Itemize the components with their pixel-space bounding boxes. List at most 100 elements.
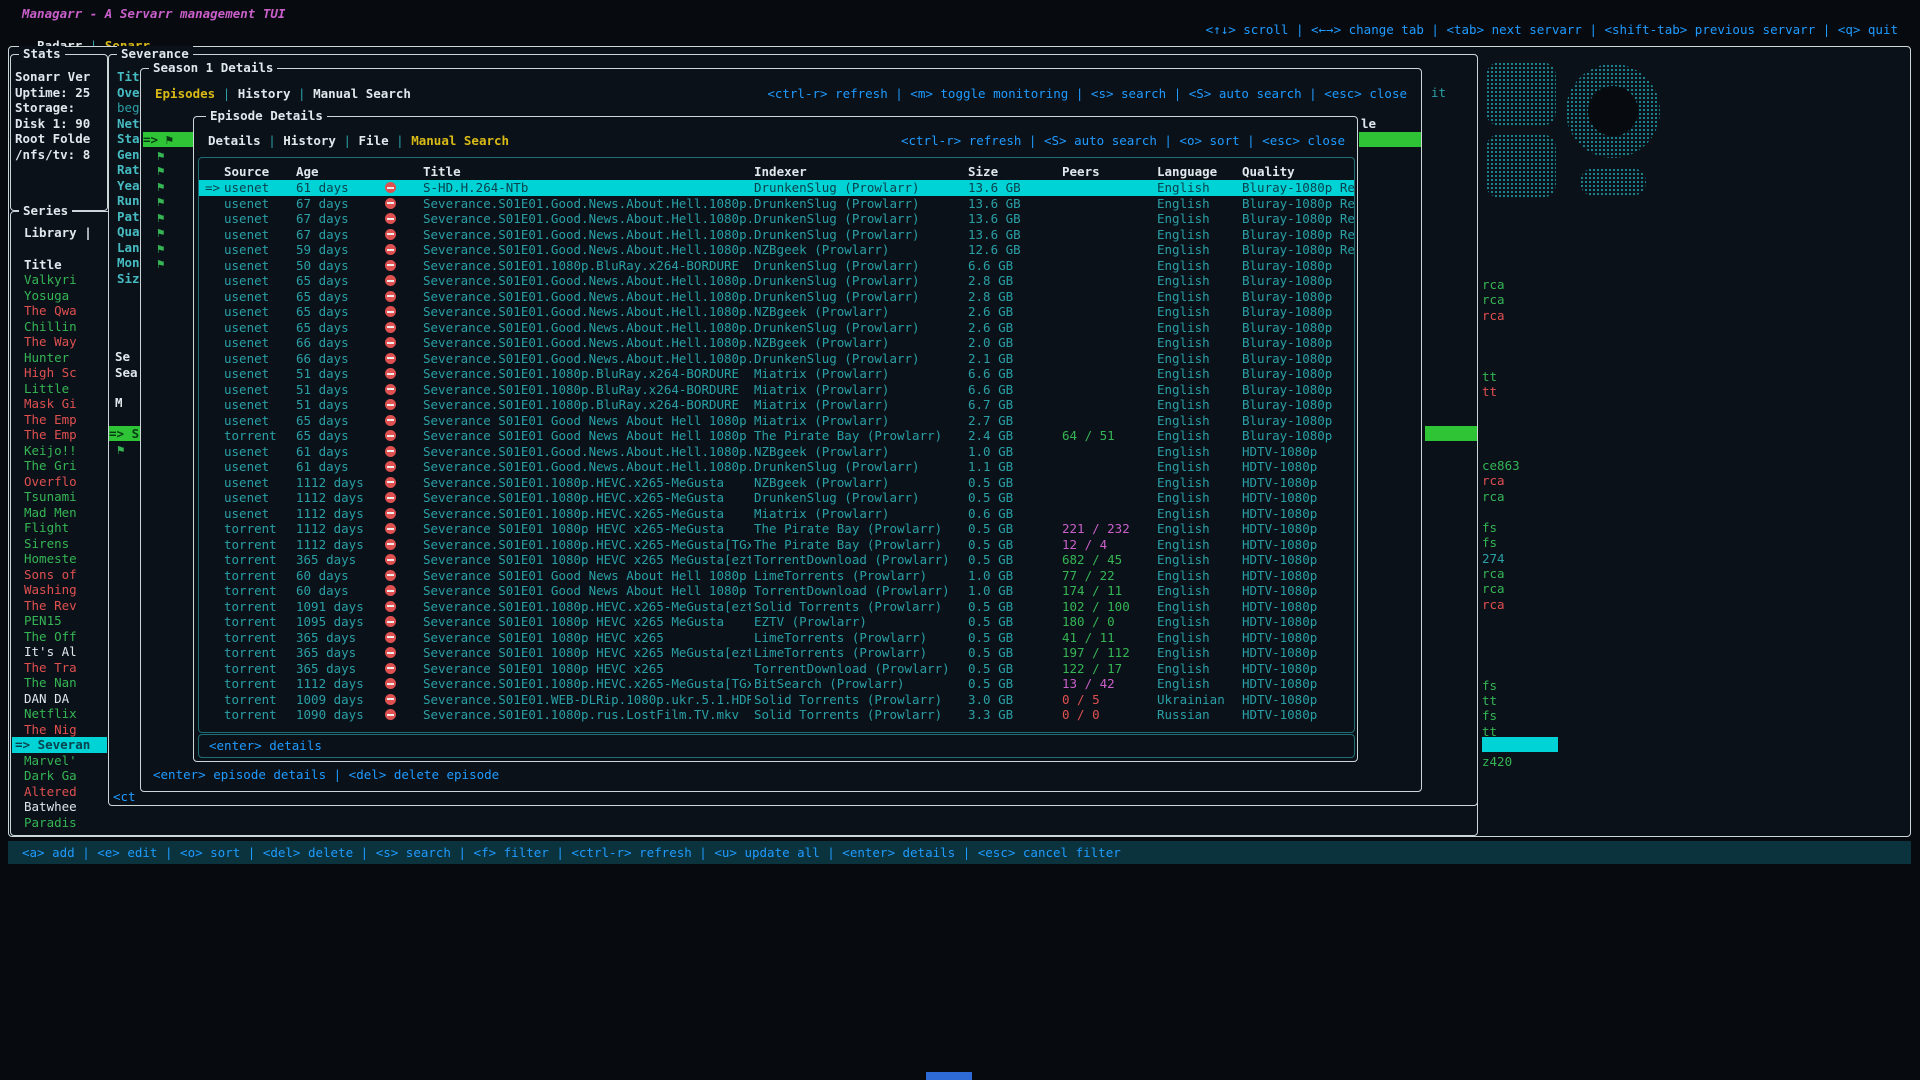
series-item[interactable]: Dark Ga — [24, 768, 77, 784]
release-row[interactable]: torrent65 daysSeverance S01E01 Good News… — [199, 428, 1354, 444]
release-row[interactable]: torrent60 daysSeverance S01E01 Good News… — [199, 583, 1354, 599]
release-row[interactable]: usenet67 daysSeverance.S01E01.Good.News.… — [199, 211, 1354, 227]
tab-history[interactable]: History — [283, 133, 336, 148]
release-row[interactable]: usenet65 daysSeverance.S01E01.Good.News.… — [199, 273, 1354, 289]
release-row[interactable]: usenet66 daysSeverance.S01E01.Good.News.… — [199, 335, 1354, 351]
release-row[interactable]: torrent1095 daysSeverance S01E01 1080p H… — [199, 614, 1354, 630]
series-item[interactable]: The Way — [24, 334, 77, 350]
series-item[interactable]: Netflix — [24, 706, 77, 722]
release-row[interactable]: usenet65 daysSeverance.S01E01.Good.News.… — [199, 304, 1354, 320]
series-item[interactable]: Sirens — [24, 536, 69, 552]
series-item[interactable]: Washing — [24, 582, 77, 598]
release-row[interactable]: torrent1091 daysSeverance.S01E01.1080p.H… — [199, 599, 1354, 615]
series-item[interactable]: The Emp — [24, 412, 77, 428]
series-item[interactable]: Tsunami — [24, 489, 77, 505]
series-item[interactable]: Flight — [24, 520, 69, 536]
release-row[interactable]: usenet51 daysSeverance.S01E01.1080p.BluR… — [199, 397, 1354, 413]
series-item[interactable]: High Sc — [24, 365, 77, 381]
release-row[interactable]: usenet65 daysSeverance.S01E01.Good.News.… — [199, 289, 1354, 305]
series-item[interactable]: Mask Gi — [24, 396, 77, 412]
release-row[interactable]: usenet51 daysSeverance.S01E01.1080p.BluR… — [199, 382, 1354, 398]
stats-line: Disk 1: 90 — [15, 116, 90, 132]
series-item[interactable]: The Qwa — [24, 303, 77, 319]
release-row[interactable]: torrent365 daysSeverance S01E01 1080p HE… — [199, 645, 1354, 661]
release-cell: Miatrix (Prowlarr) — [754, 382, 889, 398]
series-item[interactable]: The Gri — [24, 458, 77, 474]
release-row[interactable]: torrent365 daysSeverance S01E01 1080p HE… — [199, 552, 1354, 568]
series-item[interactable]: Hunter — [24, 350, 69, 366]
series-item[interactable]: Altered — [24, 784, 77, 800]
release-table-rows: =>usenet61 daysS-HD.H.264-NTbDrunkenSlug… — [199, 158, 1354, 732]
peers-value: 13 / 42 — [1062, 676, 1115, 692]
series-item[interactable]: Valkyri — [24, 272, 77, 288]
release-row[interactable]: usenet61 daysSeverance.S01E01.Good.News.… — [199, 459, 1354, 475]
series-item[interactable]: Paradis — [24, 815, 77, 831]
release-cell: 1112 days — [296, 521, 364, 537]
episode-modal-title: Episode Details — [206, 108, 327, 124]
release-cell: HDTV-1080p — [1242, 490, 1317, 506]
series-item[interactable]: Chillin — [24, 319, 77, 335]
tab-details[interactable]: Details — [208, 133, 261, 148]
release-row[interactable]: usenet59 daysSeverance.S01E01.Good.News.… — [199, 242, 1354, 258]
release-cell: English — [1157, 475, 1210, 491]
release-row[interactable]: torrent1090 daysSeverance.S01E01.1080p.r… — [199, 707, 1354, 723]
release-row[interactable]: usenet51 daysSeverance.S01E01.1080p.BluR… — [199, 366, 1354, 382]
release-row[interactable]: =>usenet61 daysS-HD.H.264-NTbDrunkenSlug… — [199, 180, 1354, 196]
release-cell: torrent — [224, 692, 277, 708]
tab-file[interactable]: File — [359, 133, 389, 148]
release-row[interactable]: torrent1112 daysSeverance.S01E01.1080p.H… — [199, 537, 1354, 553]
release-cell: HDTV-1080p — [1242, 630, 1317, 646]
release-cell: English — [1157, 258, 1210, 274]
release-row[interactable]: torrent1112 daysSeverance S01E01 1080p H… — [199, 521, 1354, 537]
release-row[interactable]: usenet1112 daysSeverance.S01E01.1080p.HE… — [199, 475, 1354, 491]
series-item[interactable]: Homeste — [24, 551, 77, 567]
series-item[interactable]: Keijo!! — [24, 443, 77, 459]
series-item[interactable]: Sons of — [24, 567, 77, 583]
release-cell: torrent — [224, 521, 277, 537]
release-row[interactable]: usenet65 daysSeverance S01E01 Good News … — [199, 413, 1354, 429]
release-row[interactable]: usenet1112 daysSeverance.S01E01.1080p.HE… — [199, 506, 1354, 522]
series-item[interactable]: Little — [24, 381, 69, 397]
release-row[interactable]: usenet61 daysSeverance.S01E01.Good.News.… — [199, 444, 1354, 460]
release-row[interactable]: torrent1009 daysSeverance.S01E01.WEB-DLR… — [199, 692, 1354, 708]
series-item[interactable]: Marvel' — [24, 753, 77, 769]
release-row[interactable]: usenet50 daysSeverance.S01E01.1080p.BluR… — [199, 258, 1354, 274]
series-item[interactable]: Yosuga — [24, 288, 69, 304]
release-row[interactable]: torrent1112 daysSeverance.S01E01.1080p.H… — [199, 676, 1354, 692]
release-cell: Severance.S01E01.1080p.rus.LostFilm.TV.m… — [423, 707, 739, 723]
peers-value: 41 / 11 — [1062, 630, 1115, 646]
release-row[interactable]: usenet67 daysSeverance.S01E01.Good.News.… — [199, 196, 1354, 212]
background-fragment: rca — [1482, 489, 1505, 505]
series-item[interactable]: The Tra — [24, 660, 77, 676]
series-item-selected[interactable]: => Severan — [12, 737, 107, 753]
release-cell: Severance.S01E01.1080p.BluRay.x264-BORDU… — [423, 382, 739, 398]
series-item[interactable]: PEN15 — [24, 613, 62, 629]
release-row[interactable]: torrent365 daysSeverance S01E01 1080p HE… — [199, 661, 1354, 677]
series-item[interactable]: The Rev — [24, 598, 77, 614]
series-item[interactable]: DAN DA — [24, 691, 69, 707]
series-item[interactable]: The Nan — [24, 675, 77, 691]
series-item[interactable]: Batwhee — [24, 799, 77, 815]
release-row[interactable]: usenet66 daysSeverance.S01E01.Good.News.… — [199, 351, 1354, 367]
series-item[interactable]: Overflo — [24, 474, 77, 490]
series-item[interactable]: It's Al — [24, 644, 77, 660]
release-cell: usenet — [224, 475, 269, 491]
release-row[interactable]: usenet65 daysSeverance.S01E01.Good.News.… — [199, 320, 1354, 336]
release-row[interactable]: usenet1112 daysSeverance.S01E01.1080p.HE… — [199, 490, 1354, 506]
series-item[interactable]: The Emp — [24, 427, 77, 443]
release-cell: usenet — [224, 211, 269, 227]
release-cell: HDTV-1080p — [1242, 568, 1317, 584]
release-cell: usenet — [224, 335, 269, 351]
global-keybindings: <↑↓> scroll | <←→> change tab | <tab> ne… — [1206, 22, 1898, 38]
tab-manual-search[interactable]: Manual Search — [411, 133, 509, 148]
peers-value: 0 / 0 — [1062, 707, 1100, 723]
series-item[interactable]: Mad Men — [24, 505, 77, 521]
release-cell: 0.5 GB — [968, 521, 1013, 537]
release-cell: English — [1157, 304, 1210, 320]
release-row[interactable]: torrent365 daysSeverance S01E01 1080p HE… — [199, 630, 1354, 646]
release-cell: HDTV-1080p — [1242, 599, 1317, 615]
release-row[interactable]: torrent60 daysSeverance S01E01 Good News… — [199, 568, 1354, 584]
series-item[interactable]: The Off — [24, 629, 77, 645]
series-item[interactable]: The Nig — [24, 722, 77, 738]
release-row[interactable]: usenet67 daysSeverance.S01E01.Good.News.… — [199, 227, 1354, 243]
